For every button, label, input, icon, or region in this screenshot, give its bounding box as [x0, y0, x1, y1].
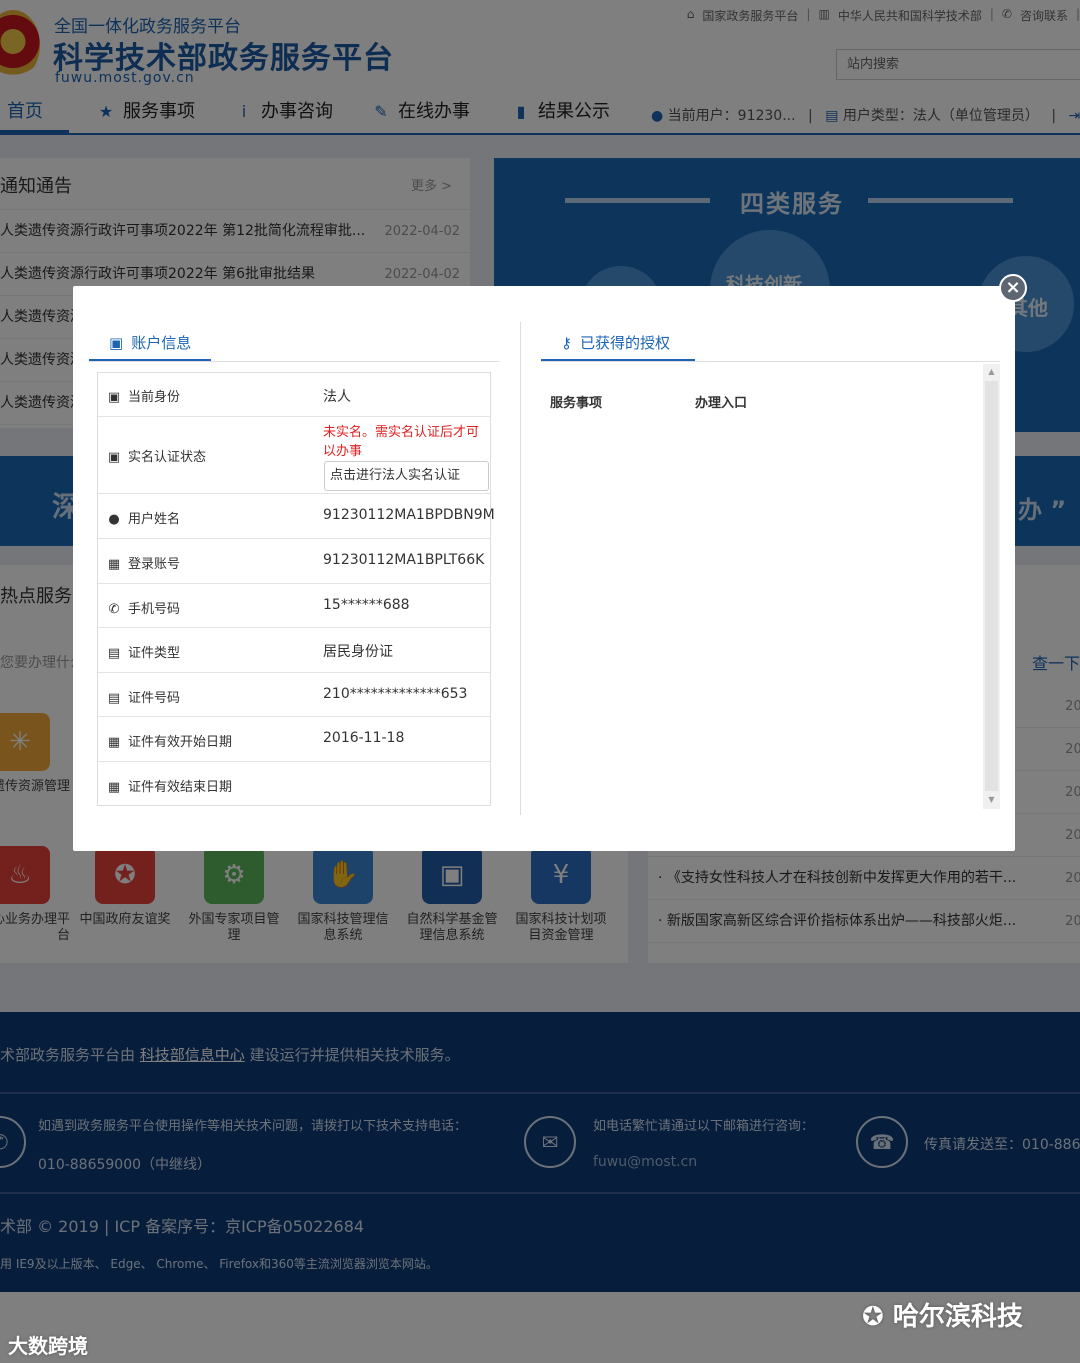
tab-account-info[interactable]: ▣ 账户信息: [109, 332, 191, 353]
row-label: ● 用户姓名: [106, 508, 180, 527]
scrollbar-thumb[interactable]: [985, 381, 998, 791]
realname-verify-button[interactable]: 点击进行法人实名认证: [324, 461, 489, 491]
table-row: ▦ 证件有效结束日期: [98, 762, 490, 806]
row-value: 法人: [323, 389, 351, 405]
wechat-icon: ✪: [862, 1302, 893, 1332]
phone-icon: ✆: [108, 602, 120, 617]
table-row: ▤ 证件号码 210*************653: [98, 673, 490, 717]
auth-col-service: 服务事项: [550, 396, 603, 411]
row-value: 91230112MA1BPLT66K: [323, 552, 485, 568]
row-value: 2016-11-18: [323, 730, 405, 746]
dialog-close-button[interactable]: ×: [999, 274, 1027, 302]
row-key: 证件号码: [128, 691, 181, 706]
id-badge-icon: ▣: [107, 390, 121, 405]
tab-authorizations-label: 已获得的授权: [580, 334, 671, 352]
row-label: ▣ 实名认证状态: [106, 446, 206, 465]
tab-underline: [89, 361, 499, 362]
table-row: ▦ 登录账号 91230112MA1BPLT66K: [98, 539, 490, 584]
watermark-text: 哈尔滨科技: [892, 1302, 1023, 1332]
row-key: 当前身份: [128, 390, 181, 405]
table-row: ▦ 证件有效开始日期 2016-11-18: [98, 717, 490, 762]
id-badge-icon: ▣: [109, 334, 124, 352]
row-key: 用户姓名: [128, 512, 181, 527]
scroll-up-arrow-icon[interactable]: ▲: [983, 364, 1000, 380]
row-label: ▣ 当前身份: [106, 386, 180, 405]
row-key: 证件有效开始日期: [128, 735, 233, 750]
row-label: ▦ 证件有效开始日期: [106, 731, 232, 750]
dialog-column-divider: [520, 322, 521, 815]
wechat-watermark: ✪ 哈尔滨科技: [862, 1296, 1023, 1333]
row-label: ✆ 手机号码: [106, 598, 180, 617]
row-key: 手机号码: [128, 602, 181, 617]
table-row: ● 用户姓名 91230112MA1BPDBN9M: [98, 494, 495, 539]
row-label: ▦ 证件有效结束日期: [106, 776, 232, 795]
table-row: ▣ 实名认证状态 未实名。需实名认证后才可以办事 点击进行法人实名认证: [98, 417, 490, 494]
realname-warning: 未实名。需实名认证后才可以办事: [323, 425, 480, 459]
auth-col-entry: 办理入口: [695, 396, 748, 411]
corner-watermark: 大数跨境: [8, 1330, 88, 1359]
watermark-text: 大数跨境: [8, 1334, 88, 1358]
row-key: 证件类型: [128, 646, 181, 661]
row-value: 91230112MA1BPDBN9M: [323, 507, 495, 523]
account-icon: ▦: [107, 557, 121, 572]
row-key: 实名认证状态: [128, 450, 207, 465]
scroll-down-arrow-icon[interactable]: ▼: [983, 792, 1000, 808]
row-value: 15******688: [323, 597, 410, 613]
table-row: ▤ 证件类型 居民身份证: [98, 628, 490, 673]
row-key: 证件有效结束日期: [128, 780, 233, 795]
close-icon: ×: [1005, 277, 1021, 298]
row-key: 登录账号: [128, 557, 181, 572]
user-icon: ●: [108, 512, 120, 527]
row-value: 210*************653: [323, 686, 468, 702]
table-row: ▣ 当前身份 法人: [98, 373, 490, 417]
id-card-icon: ▤: [107, 646, 121, 661]
tab-underline: [541, 361, 1000, 362]
row-label: ▦ 登录账号: [106, 553, 180, 572]
id-badge-icon: ▣: [107, 450, 121, 465]
row-value: 居民身份证: [323, 644, 393, 660]
id-card-icon: ▤: [107, 691, 121, 706]
account-info-table: ▣ 当前身份 法人 ▣ 实名认证状态 未实名。需实名认证后才可以办事 点击进行法人实名认证…: [97, 372, 495, 806]
key-icon: ⚷: [561, 334, 572, 352]
tab-account-info-label: 账户信息: [131, 334, 192, 352]
authorization-list: 服务事项 办理入口: [540, 364, 1000, 809]
calendar-icon: ▦: [107, 780, 121, 795]
table-row: ✆ 手机号码 15******688: [98, 584, 490, 628]
row-label: ▤ 证件号码: [106, 687, 180, 706]
calendar-icon: ▦: [107, 735, 121, 750]
row-label: ▤ 证件类型: [106, 642, 180, 661]
tab-authorizations[interactable]: ⚷ 已获得的授权: [561, 332, 670, 353]
